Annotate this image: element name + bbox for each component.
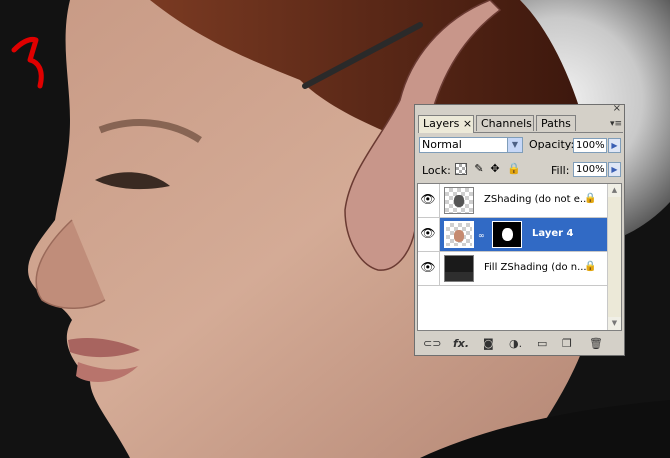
lock-label: Lock: (422, 164, 451, 177)
eye-icon: 👁 (420, 192, 436, 206)
chain-link-icon[interactable]: ∞ (478, 231, 485, 240)
visibility-toggle[interactable]: 👁 (418, 184, 440, 217)
opacity-input[interactable]: 100% (573, 138, 607, 153)
tab-layers[interactable]: Layers × (418, 115, 474, 133)
fx-icon[interactable]: fx. (453, 337, 469, 351)
layer-mask-thumbnail[interactable] (492, 221, 522, 248)
layer-thumbnail[interactable] (444, 221, 474, 248)
tab-paths[interactable]: Paths (536, 115, 576, 131)
layer-list-scrollbar[interactable]: ▲ ▼ (607, 184, 621, 330)
layers-panel: × Layers × Channels Paths ▾≡ Normal ▼ Op… (414, 104, 625, 356)
fill-slider-arrow-icon[interactable]: ▶ (608, 162, 621, 177)
lock-pixels-brush-icon[interactable]: ✎ (473, 163, 485, 175)
layer-thumbnail (444, 187, 474, 214)
layer-thumbnail (444, 255, 474, 282)
scroll-down-icon[interactable]: ▼ (608, 317, 621, 330)
link-icon[interactable]: ⊂⊃ (423, 337, 441, 351)
panel-menu-icon[interactable]: ▾≡ (610, 119, 622, 129)
blend-mode-value: Normal (422, 138, 462, 151)
tab-channels[interactable]: Channels (476, 115, 534, 131)
mask-icon[interactable]: ◙ (483, 337, 494, 351)
layer-row-layer-4[interactable]: 👁 ∞ Layer 4 (418, 218, 609, 252)
trash-icon[interactable]: 🗑 (589, 337, 603, 351)
layer-name: ZShading (do not e... (484, 194, 590, 205)
adjustment-icon[interactable]: ◑. (509, 337, 522, 351)
blend-opacity-row: Normal ▼ Opacity: 100% ▶ (419, 137, 623, 155)
visibility-toggle[interactable]: 👁 (418, 252, 440, 285)
layer-list: 👁 ZShading (do not e... 🔒 👁 ∞ Layer 4 👁 … (417, 183, 622, 331)
lock-transparency-icon[interactable] (455, 163, 467, 175)
layer-name: Layer 4 (532, 228, 574, 239)
panel-tabs: Layers × Channels Paths (418, 115, 623, 133)
new-layer-icon[interactable]: ❐ (562, 337, 572, 351)
layer-name: Fill ZShading (do n... (484, 262, 587, 273)
visibility-toggle[interactable]: 👁 (418, 218, 440, 251)
lock-fill-row: Lock: ✎ ✥ 🔒 Fill: 100% ▶ (419, 161, 623, 179)
lock-icon: 🔒 (584, 193, 597, 204)
fill-input[interactable]: 100% (573, 162, 607, 177)
eye-icon: 👁 (420, 260, 436, 274)
eye-icon: 👁 (420, 226, 436, 240)
folder-icon[interactable]: ▭ (537, 337, 547, 351)
scroll-up-icon[interactable]: ▲ (608, 184, 621, 197)
chevron-down-icon[interactable]: ▼ (507, 138, 522, 152)
layer-row-zshading[interactable]: 👁 ZShading (do not e... 🔒 (418, 184, 609, 218)
close-icon[interactable]: × (613, 104, 621, 114)
opacity-label: Opacity: (529, 138, 575, 151)
fill-label: Fill: (551, 164, 570, 177)
lock-all-icon[interactable]: 🔒 (507, 163, 521, 175)
blend-mode-select[interactable]: Normal ▼ (419, 137, 523, 153)
panel-bottom-toolbar: ⊂⊃ fx. ◙ ◑. ▭ ❐ 🗑 (417, 334, 622, 354)
opacity-slider-arrow-icon[interactable]: ▶ (608, 138, 621, 153)
layer-row-fill-zshading[interactable]: 👁 Fill ZShading (do n... 🔒 (418, 252, 609, 286)
lock-icon: 🔒 (584, 261, 597, 272)
panel-titlebar[interactable]: × (415, 104, 624, 114)
lock-position-move-icon[interactable]: ✥ (489, 163, 501, 175)
